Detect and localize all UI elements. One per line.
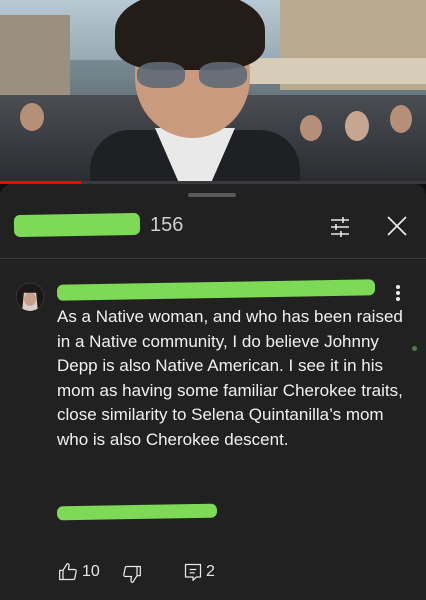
crowd-head <box>300 115 322 141</box>
crowd-head <box>345 111 369 141</box>
more-dot <box>396 291 400 295</box>
video-player[interactable] <box>0 0 426 183</box>
avatar[interactable] <box>16 283 44 311</box>
subject-sunglasses <box>135 62 250 88</box>
comment-text: As a Native woman, and who has been rais… <box>57 307 403 449</box>
dislike-icon[interactable] <box>122 563 142 585</box>
like-icon[interactable] <box>58 561 78 583</box>
crowd-head <box>20 103 44 131</box>
redacted-replies-link <box>56 503 218 521</box>
header-divider <box>0 258 426 259</box>
close-icon[interactable] <box>385 214 409 238</box>
more-dot <box>396 297 400 301</box>
indicator-dot <box>412 346 417 351</box>
sliders-icon[interactable] <box>328 215 352 239</box>
like-count: 10 <box>82 563 100 580</box>
subject-hair <box>115 0 265 70</box>
sunglasses-lens <box>199 62 247 88</box>
video-subject <box>90 0 300 183</box>
more-options-icon[interactable] <box>394 283 402 303</box>
sheet-drag-handle[interactable] <box>188 193 236 197</box>
sunglasses-lens <box>137 62 185 88</box>
redacted-title <box>13 212 141 238</box>
comment-count: 156 <box>150 214 184 236</box>
crowd-head <box>390 105 412 133</box>
reply-icon[interactable] <box>183 561 203 583</box>
reply-count: 2 <box>206 563 215 580</box>
avatar-face <box>24 292 36 306</box>
more-dot <box>396 285 400 289</box>
